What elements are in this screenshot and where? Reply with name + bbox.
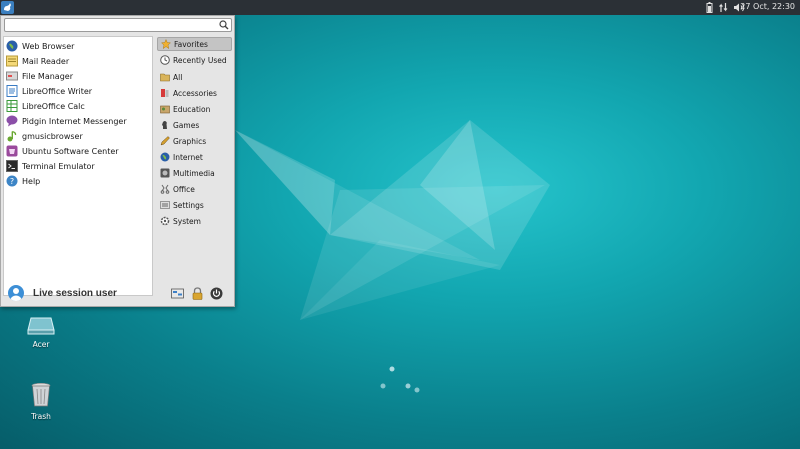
education-icon: [160, 104, 170, 114]
category-label: All: [173, 72, 183, 82]
search-icon: [219, 20, 229, 30]
graphics-icon: [160, 136, 170, 146]
app-label: Ubuntu Software Center: [22, 146, 119, 156]
app-label: Terminal Emulator: [22, 161, 95, 171]
category-label: Favorites: [174, 39, 208, 49]
app-item-terminal-emulator[interactable]: Terminal Emulator: [6, 159, 150, 173]
settings-manager-icon: [171, 288, 184, 299]
app-item-pidgin[interactable]: Pidgin Internet Messenger: [6, 114, 150, 128]
lock-screen-button[interactable]: [191, 287, 204, 300]
category-label: Office: [173, 184, 195, 194]
app-label: Web Browser: [22, 41, 75, 51]
user-icon: [10, 288, 22, 301]
top-panel: 27 Oct, 22:30: [0, 0, 800, 15]
xfce-mouse-icon: [4, 3, 11, 11]
category-label: Internet: [173, 152, 203, 162]
category-recently-used[interactable]: Recently Used: [157, 53, 232, 67]
category-accessories[interactable]: Accessories: [157, 86, 232, 100]
software-center-icon: [6, 145, 18, 157]
category-games[interactable]: Games: [157, 118, 232, 132]
desktop-icon-acer[interactable]: Acer: [16, 312, 66, 349]
session-username: Live session user: [33, 288, 117, 299]
category-all[interactable]: All: [157, 70, 232, 84]
applications-menu-button[interactable]: [1, 1, 14, 14]
pidgin-icon: [6, 115, 18, 127]
games-icon: [160, 120, 170, 130]
category-favorites[interactable]: Favorites: [157, 37, 232, 51]
loading-spinner: [380, 366, 420, 393]
app-item-mail-reader[interactable]: Mail Reader: [6, 54, 150, 68]
category-settings[interactable]: Settings: [157, 198, 232, 212]
category-internet[interactable]: Internet: [157, 150, 232, 164]
globe-icon: [6, 40, 18, 52]
app-label: LibreOffice Calc: [22, 101, 85, 111]
accessories-icon: [160, 88, 170, 98]
battery-icon[interactable]: [706, 2, 713, 13]
app-label: File Manager: [22, 71, 73, 81]
calc-icon: [6, 100, 18, 112]
internet-icon: [160, 152, 170, 162]
app-item-libreoffice-writer[interactable]: LibreOffice Writer: [6, 84, 150, 98]
clock-icon: [160, 55, 170, 65]
svg-text:?: ?: [10, 177, 14, 186]
trash-icon: [31, 382, 51, 407]
category-label: Recently Used: [173, 55, 227, 65]
app-label: Mail Reader: [22, 56, 70, 66]
network-icon[interactable]: [719, 2, 728, 13]
app-item-web-browser[interactable]: Web Browser: [6, 39, 150, 53]
writer-icon: [6, 85, 18, 97]
desktop-icon-label: Acer: [32, 340, 50, 349]
session-bar: Live session user: [3, 282, 233, 304]
search-input[interactable]: [5, 19, 221, 32]
app-item-libreoffice-calc[interactable]: LibreOffice Calc: [6, 99, 150, 113]
app-item-gmusicbrowser[interactable]: gmusicbrowser: [6, 129, 150, 143]
desktop-icon-trash[interactable]: Trash: [16, 382, 66, 421]
folder-icon: [160, 72, 170, 82]
category-education[interactable]: Education: [157, 102, 232, 116]
category-system[interactable]: System: [157, 214, 232, 228]
multimedia-icon: [160, 168, 170, 178]
desktop-icon-label: Trash: [31, 412, 51, 421]
office-icon: [160, 184, 170, 194]
clock[interactable]: 27 Oct, 22:30: [740, 2, 795, 11]
terminal-icon: [6, 160, 18, 172]
avatar: [8, 285, 24, 301]
settings-icon: [160, 200, 170, 210]
lock-icon: [192, 287, 203, 300]
file-manager-icon: [6, 70, 18, 82]
category-office[interactable]: Office: [157, 182, 232, 196]
app-label: gmusicbrowser: [22, 131, 83, 141]
app-label: Help: [22, 176, 41, 186]
system-icon: [160, 216, 170, 226]
category-label: Graphics: [173, 136, 207, 146]
star-icon: [160, 38, 172, 50]
app-item-file-manager[interactable]: File Manager: [6, 69, 150, 83]
music-icon: [6, 130, 18, 142]
category-multimedia[interactable]: Multimedia: [157, 166, 232, 180]
category-label: Accessories: [173, 88, 217, 98]
desktop[interactable]: 27 Oct, 22:30 Web Browser Mail Reader Fi…: [0, 0, 800, 449]
category-label: Games: [173, 120, 200, 130]
app-label: LibreOffice Writer: [22, 86, 93, 96]
applications-menu: Web Browser Mail Reader File Manager Lib…: [0, 15, 235, 307]
app-label: Pidgin Internet Messenger: [22, 116, 127, 126]
category-label: System: [173, 216, 201, 226]
power-icon: [210, 287, 223, 300]
drive-icon: [27, 317, 55, 335]
app-item-ubuntu-software-center[interactable]: Ubuntu Software Center: [6, 144, 150, 158]
category-label: Settings: [173, 200, 204, 210]
category-graphics[interactable]: Graphics: [157, 134, 232, 148]
help-icon: ?: [6, 175, 18, 187]
mail-icon: [6, 55, 18, 67]
app-item-help[interactable]: ? Help: [6, 174, 150, 188]
logout-button[interactable]: [210, 287, 223, 300]
settings-manager-button[interactable]: [171, 287, 184, 300]
search-field[interactable]: [4, 18, 232, 32]
category-label: Education: [173, 104, 211, 114]
category-label: Multimedia: [173, 168, 215, 178]
favorites-app-list: Web Browser Mail Reader File Manager Lib…: [3, 36, 153, 296]
category-list: Favorites Recently Used All Accessories …: [156, 36, 234, 298]
